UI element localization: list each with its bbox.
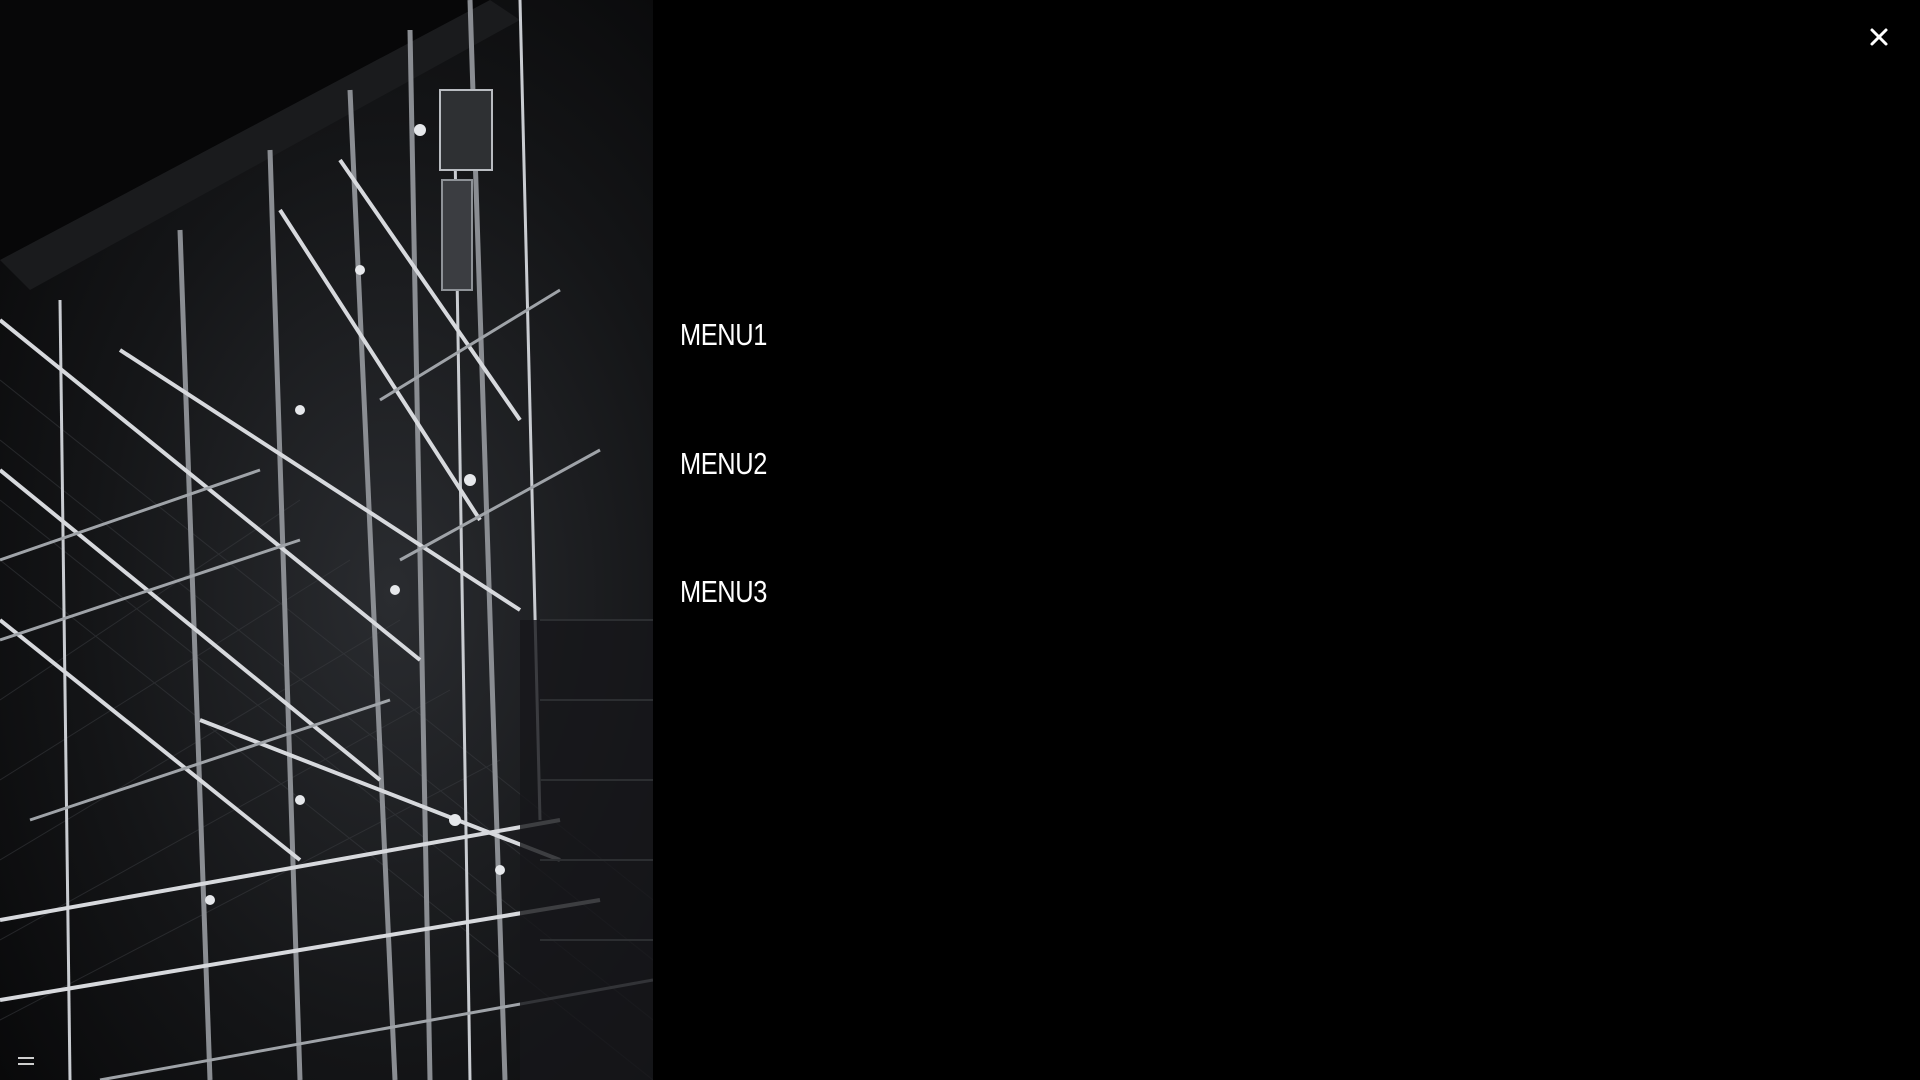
menu-item-1: MENU1 — [680, 300, 786, 429]
scaffolding-photo — [0, 0, 653, 1080]
hamburger-menu-button[interactable] — [14, 1050, 38, 1072]
close-icon — [1870, 28, 1888, 46]
menu-overlay: MENU1 MENU2 MENU3 — [0, 0, 1920, 1080]
menu-item-2: MENU2 — [680, 429, 786, 558]
hamburger-menu-icon — [18, 1057, 34, 1065]
close-menu-button[interactable] — [1862, 20, 1896, 54]
menu-item-3: MENU3 — [680, 557, 786, 686]
menu-link-3[interactable]: MENU3 — [680, 557, 767, 627]
main-menu: MENU1 MENU2 MENU3 — [680, 300, 786, 686]
menu-link-2[interactable]: MENU2 — [680, 429, 767, 499]
scaffolding-illustration — [0, 0, 653, 1080]
menu-link-1[interactable]: MENU1 — [680, 300, 767, 370]
